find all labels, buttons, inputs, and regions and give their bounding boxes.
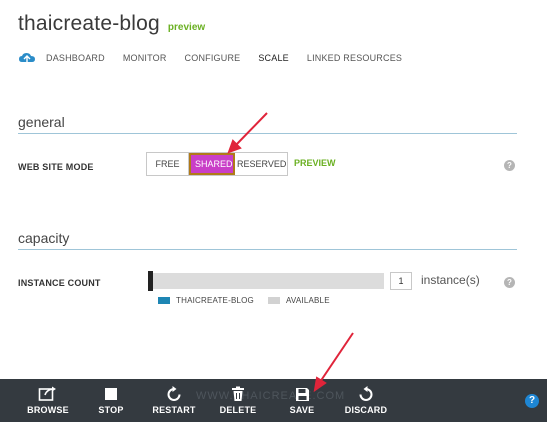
legend-swatch-available — [267, 297, 280, 304]
capacity-legend: THAICREATE-BLOG AVAILABLE — [158, 296, 330, 305]
delete-button[interactable]: DELETE — [210, 385, 266, 415]
instance-unit-label: instance(s) — [421, 273, 480, 287]
section-general-heading: general — [18, 114, 517, 134]
instance-slider-handle[interactable] — [148, 271, 153, 291]
legend-label-blog: THAICREATE-BLOG — [176, 296, 254, 305]
preview-tag: preview — [167, 22, 206, 33]
mode-reserved-button[interactable]: RESERVED — [235, 153, 287, 175]
stop-button[interactable]: STOP — [83, 385, 139, 415]
discard-button[interactable]: DISCARD — [338, 385, 394, 415]
discard-label: DISCARD — [344, 405, 388, 415]
legend-label-available: AVAILABLE — [285, 296, 330, 305]
browse-button[interactable]: BROWSE — [20, 385, 76, 415]
nav-scale[interactable]: SCALE — [258, 53, 289, 63]
site-title: thaicreate-blog — [18, 12, 160, 35]
web-site-mode-toggle: FREE SHARED RESERVED — [146, 152, 288, 176]
nav-linked-resources[interactable]: LINKED RESOURCES — [307, 53, 402, 63]
legend-swatch-blog — [158, 297, 170, 304]
help-icon[interactable]: ? — [504, 160, 515, 171]
restart-label: RESTART — [152, 405, 196, 415]
restart-icon — [146, 385, 202, 403]
restart-button[interactable]: RESTART — [146, 385, 202, 415]
save-icon — [274, 385, 330, 403]
top-nav: DASHBOARD MONITOR CONFIGURE SCALE LINKED… — [18, 50, 420, 66]
trash-icon — [210, 385, 266, 403]
section-capacity-heading: capacity — [18, 230, 517, 250]
command-bar: WWW.THAICREATE.COM BROWSE STOP RESTART D… — [0, 379, 547, 422]
stop-icon — [83, 385, 139, 403]
web-site-mode-label: WEB SITE MODE — [18, 162, 94, 172]
command-bar-help-icon[interactable]: ? — [525, 394, 539, 408]
cloud-icon[interactable] — [18, 51, 36, 65]
instance-count-label: INSTANCE COUNT — [18, 278, 101, 288]
instance-count-input[interactable]: 1 — [390, 272, 412, 290]
browse-label: BROWSE — [27, 405, 69, 415]
mode-preview-label: PREVIEW — [294, 158, 336, 168]
nav-monitor[interactable]: MONITOR — [123, 53, 167, 63]
delete-label: DELETE — [219, 405, 257, 415]
help-icon[interactable]: ? — [504, 277, 515, 288]
mode-free-button[interactable]: FREE — [147, 153, 189, 175]
save-button[interactable]: SAVE — [274, 385, 330, 415]
nav-configure[interactable]: CONFIGURE — [185, 53, 241, 63]
instance-slider-track[interactable] — [148, 273, 384, 289]
mode-shared-button[interactable]: SHARED — [189, 153, 235, 175]
discard-icon — [338, 385, 394, 403]
save-label: SAVE — [289, 405, 315, 415]
browse-icon — [20, 385, 76, 403]
nav-dashboard[interactable]: DASHBOARD — [46, 53, 105, 63]
title-row: thaicreate-blog preview — [18, 12, 205, 36]
stop-label: STOP — [98, 405, 124, 415]
